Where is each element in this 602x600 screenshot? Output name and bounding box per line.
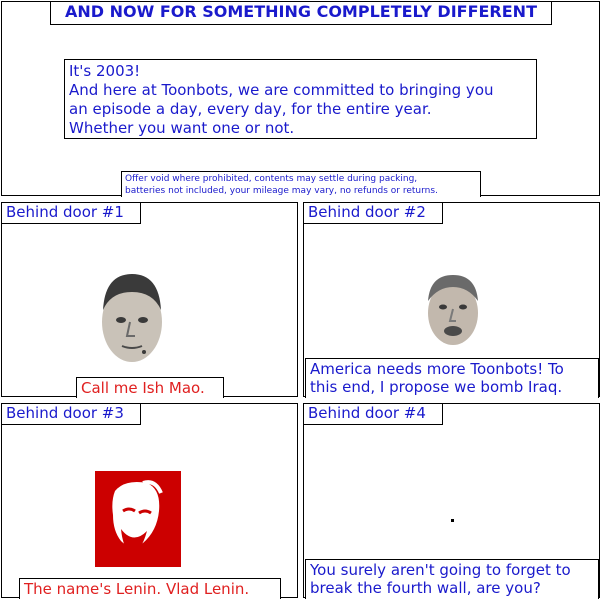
panel-door-3: Behind door #3 The name's Lenin. Vlad Le… (1, 403, 298, 599)
mao-portrait-image (102, 274, 162, 362)
door-label: Behind door #3 (2, 404, 141, 425)
panel-door-1: Behind door #1 Call me Ish Mao. (1, 202, 298, 398)
speech-caption: America needs more Toonbots! To this end… (305, 358, 599, 398)
speech-caption: The name's Lenin. Vlad Lenin. (19, 578, 281, 599)
door-label: Behind door #1 (2, 203, 141, 224)
header-panel: AND NOW FOR SOMETHING COMPLETELY DIFFERE… (1, 1, 600, 197)
door-label: Behind door #4 (304, 404, 443, 425)
door-label: Behind door #2 (304, 203, 443, 224)
speech-caption: You surely aren't going to forget to bre… (305, 559, 599, 599)
panel-door-2: Behind door #2 America needs more Toonbo… (303, 202, 600, 398)
bush-portrait-image (428, 275, 478, 345)
intro-text: It's 2003! And here at Toonbots, we are … (64, 59, 537, 139)
tiny-dot (451, 519, 454, 522)
fine-print: Offer void where prohibited, contents ma… (121, 171, 481, 197)
panel-door-4: Behind door #4 You surely aren't going t… (303, 403, 600, 599)
comic-title: AND NOW FOR SOMETHING COMPLETELY DIFFERE… (50, 2, 552, 25)
speech-caption: Call me Ish Mao. (76, 377, 224, 398)
lenin-poster-image (95, 471, 181, 567)
